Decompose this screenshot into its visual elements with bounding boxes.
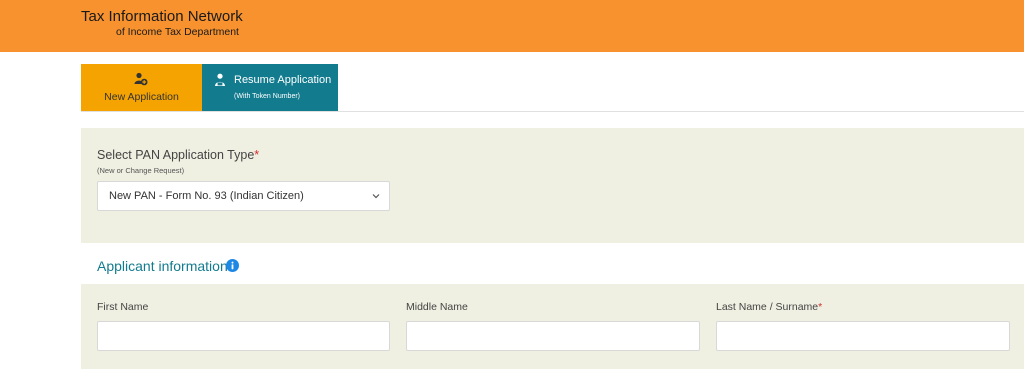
chevron-down-icon (372, 194, 380, 199)
applicant-info-title: Applicant information (97, 258, 228, 274)
middle-name-label: Middle Name (406, 301, 468, 313)
tab-new-application-label: New Application (104, 91, 179, 103)
user-resume-icon (215, 73, 225, 86)
pan-type-hint: (New or Change Request) (97, 166, 185, 175)
first-name-input[interactable] (97, 321, 390, 351)
pan-type-label: Select PAN Application Type* (97, 148, 260, 162)
pan-type-selected-value: New PAN - Form No. 93 (Indian Citizen) (109, 190, 304, 202)
last-name-input[interactable] (716, 321, 1010, 351)
first-name-label: First Name (97, 301, 149, 313)
info-icon[interactable] (226, 259, 239, 272)
pan-type-select[interactable]: New PAN - Form No. 93 (Indian Citizen) (97, 181, 390, 211)
pan-type-panel: Select PAN Application Type* (New or Cha… (81, 128, 1024, 243)
required-mark: * (254, 148, 260, 162)
add-user-icon (134, 72, 148, 86)
tab-resume-application-sublabel: (With Token Number) (234, 93, 301, 100)
last-name-label: Last Name / Surname* (716, 301, 823, 313)
tab-resume-application[interactable]: Resume Application (With Token Number) (202, 64, 338, 111)
site-header: Tax Information Network of Income Tax De… (0, 0, 1024, 52)
tab-new-application[interactable]: New Application (81, 64, 202, 111)
tabs-divider (81, 111, 1024, 112)
required-mark: * (818, 301, 823, 313)
applicant-name-panel: First Name Middle Name Last Name / Surna… (81, 284, 1024, 369)
brand-subtitle: of Income Tax Department (116, 26, 239, 38)
brand-title: Tax Information Network (81, 8, 243, 25)
tab-resume-application-label: Resume Application (234, 74, 332, 86)
middle-name-input[interactable] (406, 321, 700, 351)
